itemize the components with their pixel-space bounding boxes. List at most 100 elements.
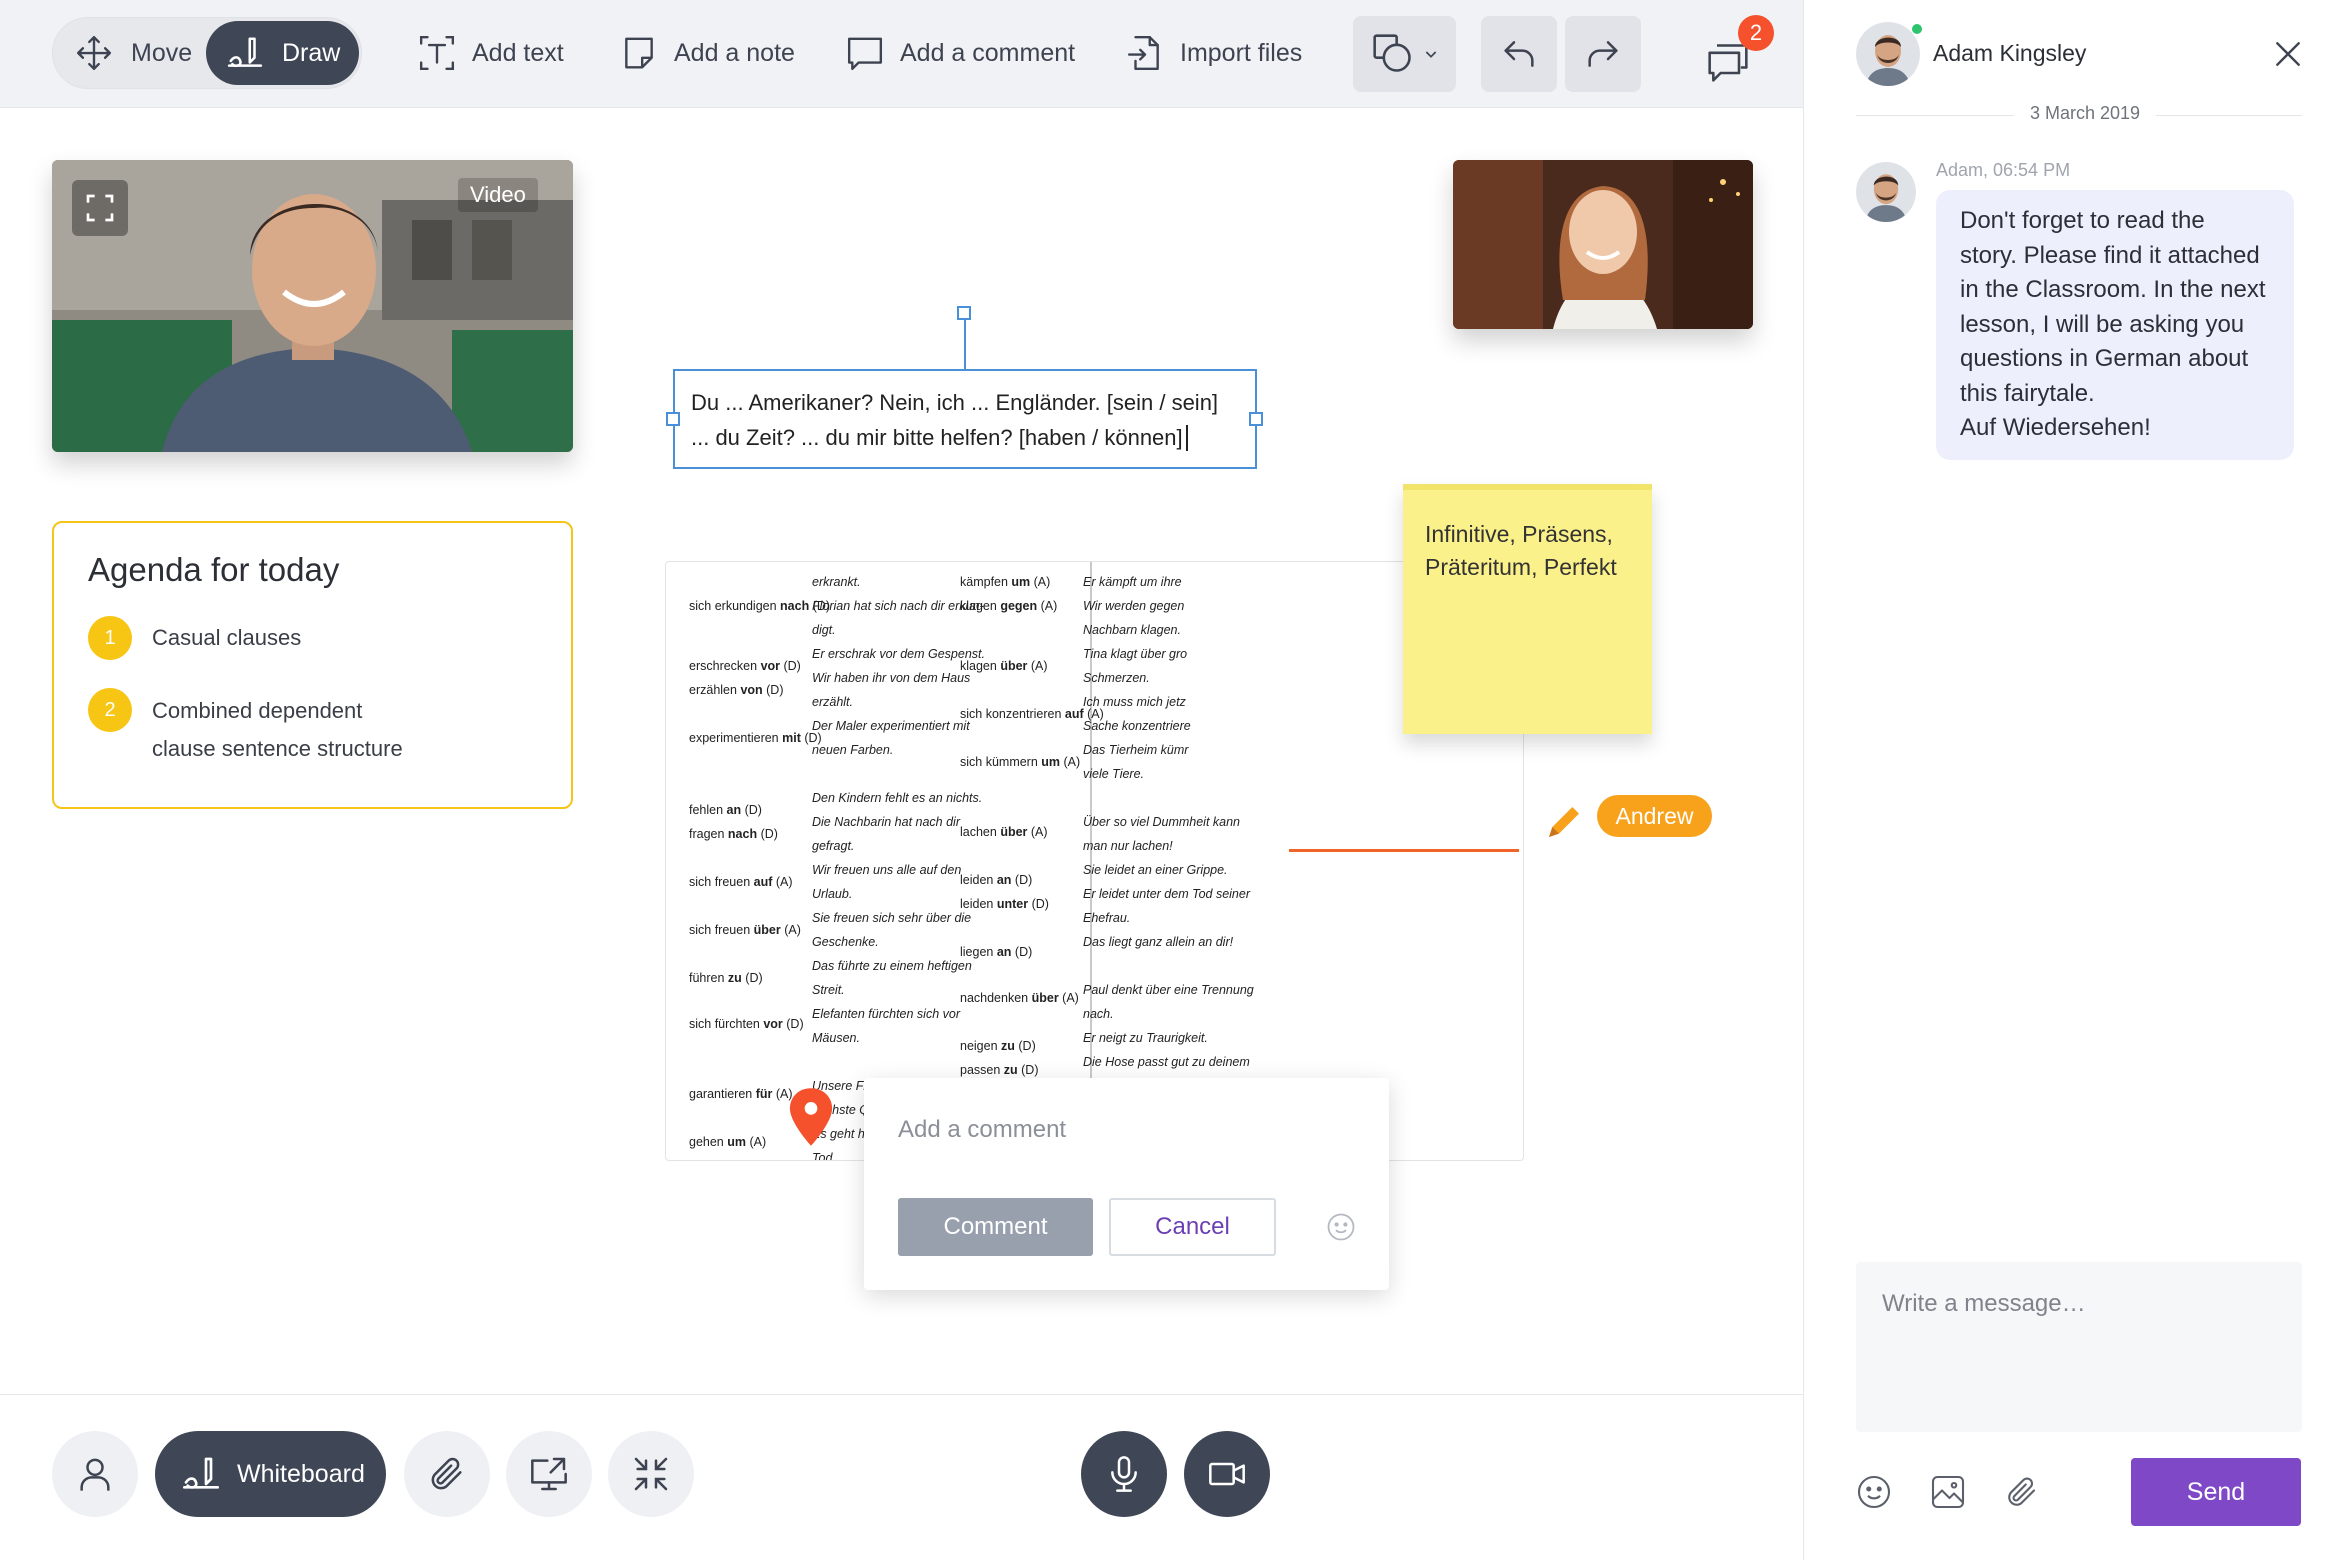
emoji-icon <box>1326 1212 1356 1242</box>
agenda-item-2-line2: clause sentence structure <box>152 736 403 761</box>
microphone-icon <box>1104 1454 1144 1494</box>
message-avatar <box>1856 162 1916 222</box>
add-text-label: Add text <box>472 38 564 67</box>
comment-submit-button[interactable]: Comment <box>898 1198 1093 1256</box>
doc-line: Er leidet unter dem Tod seiner <box>1083 887 1250 901</box>
camera-button[interactable] <box>1184 1431 1270 1517</box>
whiteboard-button[interactable]: Whiteboard <box>155 1431 386 1517</box>
doc-line: kämpfen um (A) <box>960 575 1051 589</box>
shapes-icon <box>1371 32 1415 76</box>
textbox-line-1: Du ... Amerikaner? Nein, ich ... Engländ… <box>691 390 1219 415</box>
chat-message-bubble: Don't forget to read the story. Please f… <box>1936 190 2294 460</box>
message-line: questions in German about <box>1960 345 2249 372</box>
rotate-connector <box>964 312 966 369</box>
note-icon <box>620 34 658 72</box>
shapes-dropdown[interactable] <box>1353 16 1456 92</box>
agenda-item-1: Casual clauses <box>152 625 302 650</box>
doc-line: Ehefrau. <box>1083 911 1131 925</box>
doc-line: Mäusen. <box>812 1031 860 1045</box>
doc-line: erzählt. <box>812 695 853 709</box>
screen-share-button[interactable] <box>506 1431 592 1517</box>
whiteboard-label: Whiteboard <box>237 1459 365 1488</box>
doc-line: Der Maler experimentiert mit <box>812 719 970 733</box>
draw-pencil-icon <box>226 34 264 72</box>
comment-emoji-button[interactable] <box>1326 1212 1356 1242</box>
resize-handle-right[interactable] <box>1249 412 1263 426</box>
resize-handle-left[interactable] <box>666 412 680 426</box>
doc-line: Wir werden gegen <box>1083 599 1185 613</box>
comment-icon <box>846 34 884 72</box>
drawn-underline <box>1289 849 1519 852</box>
add-text-button[interactable]: Add text <box>418 30 564 76</box>
top-toolbar: Move Draw Add text Add a note Add a comm… <box>0 0 1803 108</box>
doc-line: sich fürchten vor (D) <box>689 1017 804 1031</box>
minimize-button[interactable] <box>608 1431 694 1517</box>
doc-line: Schmerzen. <box>1083 671 1150 685</box>
agenda-number-2: 2 <box>88 688 132 732</box>
import-files-button[interactable]: Import files <box>1126 30 1302 76</box>
chat-attach-button[interactable] <box>2004 1474 2040 1510</box>
doc-line: gehen um (A) <box>689 1135 767 1149</box>
message-line: this fairytale. <box>1960 379 2095 407</box>
agenda-item-2-line1: Combined dependent <box>152 698 363 723</box>
minimize-icon <box>631 1454 671 1494</box>
undo-button[interactable] <box>1481 16 1557 92</box>
doc-line: Elefanten fürchten sich vor <box>812 1007 960 1021</box>
comment-input[interactable]: Add a comment <box>898 1116 1066 1144</box>
doc-line: nachdenken über (A) <box>960 991 1079 1005</box>
doc-line: man nur lachen! <box>1083 839 1173 853</box>
chat-header-avatar <box>1856 22 1920 86</box>
doc-line: experimentieren mit (D) <box>689 731 822 745</box>
message-input[interactable]: Write a message… <box>1856 1262 2302 1432</box>
redo-button[interactable] <box>1565 16 1641 92</box>
comment-cancel-button[interactable]: Cancel <box>1109 1198 1276 1256</box>
doc-line: Das führte zu einem heftigen <box>812 959 972 973</box>
pencil-icon <box>1544 802 1584 842</box>
agenda-title: Agenda for today <box>88 551 340 588</box>
doc-line: klagen gegen (A) <box>960 599 1058 613</box>
doc-line: Das Tierheim kümr <box>1083 743 1189 757</box>
attach-file-button[interactable] <box>404 1431 490 1517</box>
document-page[interactable]: sich erkundigen nach (D) erschrecken vor … <box>665 561 1524 1161</box>
agenda-card[interactable]: Agenda for today 1 Casual clauses 2 Comb… <box>52 521 573 809</box>
text-caret <box>1185 424 1188 451</box>
doc-line: neuen Farben. <box>812 743 894 757</box>
send-button[interactable]: Send <box>2131 1458 2301 1526</box>
message-placeholder: Write a message… <box>1882 1290 2086 1317</box>
participants-button[interactable] <box>52 1431 138 1517</box>
chat-image-button[interactable] <box>1930 1474 1966 1510</box>
rotate-handle[interactable] <box>957 306 971 320</box>
add-note-button[interactable]: Add a note <box>620 30 795 76</box>
chevron-down-icon <box>1423 46 1439 62</box>
chat-emoji-button[interactable] <box>1856 1474 1892 1510</box>
video-tile-teacher[interactable]: Video <box>52 160 573 452</box>
microphone-button[interactable] <box>1081 1431 1167 1517</box>
doc-line: sich kümmern um (A) <box>960 755 1081 769</box>
draw-button[interactable]: Draw <box>206 21 359 85</box>
chat-date: 3 March 2019 <box>2014 103 2157 124</box>
sticky-note[interactable]: Infinitive, Präsens, Präteritum, Perfekt <box>1403 484 1652 734</box>
paperclip-icon <box>427 1454 467 1494</box>
doc-line: digt. <box>812 623 836 637</box>
selected-text-box[interactable]: Du ... Amerikaner? Nein, ich ... Engländ… <box>673 369 1257 469</box>
comment-pin-marker[interactable] <box>788 1088 834 1146</box>
agenda-number-1: 1 <box>88 616 132 660</box>
move-button[interactable]: Move <box>67 21 207 85</box>
doc-line: führen zu (D) <box>689 971 763 985</box>
doc-line: lachen über (A) <box>960 825 1048 839</box>
fullscreen-button[interactable] <box>72 180 128 236</box>
doc-line: Sache konzentriere <box>1083 719 1191 733</box>
video-tile-student[interactable] <box>1453 160 1753 329</box>
add-comment-button[interactable]: Add a comment <box>846 30 1075 76</box>
message-line: story. Please find it attached <box>1960 241 2260 269</box>
chat-user-name: Adam Kingsley <box>1933 40 2087 66</box>
close-chat-button[interactable] <box>2272 38 2304 70</box>
doc-line: leiden unter (D) <box>960 897 1049 911</box>
doc-line: erzählen von (D) <box>689 683 784 697</box>
doc-line: Sie freuen sich sehr über die <box>812 911 972 925</box>
bottom-bar: Whiteboard <box>0 1394 1803 1560</box>
notification-badge: 2 <box>1738 15 1774 51</box>
sticky-note-text: Infinitive, Präsens, Präteritum, Perfekt <box>1425 521 1617 580</box>
whiteboard-pencil-icon <box>181 1454 221 1494</box>
screen-share-icon <box>529 1454 569 1494</box>
